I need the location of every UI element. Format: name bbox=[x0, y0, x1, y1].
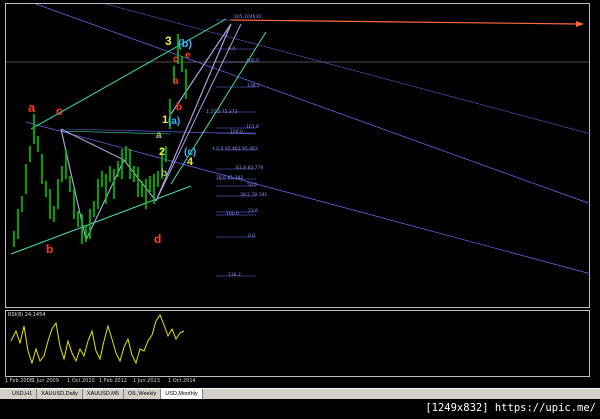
wave-label: a bbox=[156, 130, 162, 141]
price-level-label: 78.6 81.382 bbox=[216, 176, 244, 181]
diagonal-line-1 bbox=[35, 4, 591, 205]
wave-label: d bbox=[154, 232, 162, 246]
price-scale[interactable] bbox=[590, 3, 600, 377]
tab-xauusd-daily[interactable]: XAUUSD,Daily bbox=[37, 389, 83, 399]
wave-label: c bbox=[56, 104, 63, 118]
trading-terminal-window: 105.104630 0.0 100.0 138.2 1.27.2 75.373 161.… bbox=[0, 0, 600, 419]
time-axis: 1 Feb 2008 1 Jun 2009 1 Oct 2010 1 Feb 2012… bbox=[5, 377, 590, 387]
wave-label: b bbox=[46, 242, 54, 256]
price-level-label: 38.2 78.181 bbox=[240, 193, 268, 198]
wave-label: e bbox=[185, 50, 191, 61]
wave-label: a bbox=[28, 100, 36, 115]
projection-arrow-head bbox=[576, 21, 584, 27]
diagonal-line-2 bbox=[25, 121, 591, 275]
price-level-label: 105.104630 bbox=[234, 15, 262, 20]
time-axis-label: 1 Oct 2014 bbox=[168, 378, 196, 384]
price-level-label: 138.2 bbox=[247, 84, 260, 89]
price-level-label: 0.0 bbox=[228, 47, 236, 52]
tab-xauusd-m5[interactable]: XAUUSD,M5 bbox=[82, 389, 124, 399]
rsi-canvas bbox=[10, 313, 185, 365]
price-level-label: 23.6 bbox=[248, 209, 259, 214]
price-level-label: 100.0 bbox=[226, 212, 239, 217]
chart-canvas bbox=[6, 4, 591, 277]
wave-label: b bbox=[176, 102, 183, 113]
tab-oil-weekly[interactable]: OIL,Weekly bbox=[123, 389, 162, 399]
tab-usd-h1[interactable]: USD,H1 bbox=[8, 389, 38, 399]
chart-tabs-bar: USD,H1 XAUUSD,Daily XAUUSD,M5 OIL,Weekly… bbox=[0, 388, 600, 399]
wave-label: a bbox=[173, 76, 179, 87]
price-chart[interactable]: 105.104630 0.0 100.0 138.2 1.27.2 75.373 161.… bbox=[5, 3, 591, 308]
wave-label: 2 bbox=[159, 146, 166, 158]
wave-connector bbox=[60, 128, 125, 161]
wave-label: b bbox=[161, 168, 168, 179]
wave-label: 3 bbox=[165, 34, 172, 48]
time-axis-label: 1 Feb 2008 bbox=[5, 378, 33, 384]
projection-arrow-line bbox=[230, 19, 580, 25]
wave-label: 4 bbox=[187, 156, 194, 168]
rsi-indicator-pane[interactable] bbox=[5, 310, 590, 377]
price-level-label: 61.8 83.778 bbox=[236, 166, 264, 171]
price-level-label: 4.0.0 95.463 95.463 bbox=[212, 147, 258, 152]
price-level-label: 50.0 bbox=[247, 183, 258, 188]
wave-label: c bbox=[173, 54, 179, 65]
time-axis-label: 1 Feb 2012 bbox=[99, 378, 127, 384]
price-level-label: 161.8 bbox=[246, 125, 259, 130]
price-level-label: 1.27.2 75.373 bbox=[206, 110, 238, 115]
time-axis-label: 1 Jun 2013 bbox=[133, 378, 160, 384]
price-level-label: 0.0 bbox=[248, 234, 256, 239]
rsi-line bbox=[10, 313, 185, 365]
wave-segment-2 bbox=[123, 159, 157, 202]
wave-label: (b) bbox=[178, 38, 193, 50]
time-axis-label: 1 Oct 2010 bbox=[67, 378, 95, 384]
channel-lower-line bbox=[10, 185, 192, 255]
image-size-watermark: [1249x832] https://upic.me/ bbox=[425, 402, 596, 414]
tab-usd-monthly[interactable]: USD,Monthly bbox=[161, 389, 203, 399]
price-level-label: 100.0 bbox=[246, 59, 259, 64]
time-axis-label: 1 Jun 2009 bbox=[32, 378, 59, 384]
price-level-label: 100.0 bbox=[230, 130, 243, 135]
rsi-indicator-label: RSI(8) 24.1454 bbox=[8, 312, 46, 318]
wave-label: (a) bbox=[168, 116, 181, 127]
price-level-label: 138.2 bbox=[228, 273, 241, 278]
